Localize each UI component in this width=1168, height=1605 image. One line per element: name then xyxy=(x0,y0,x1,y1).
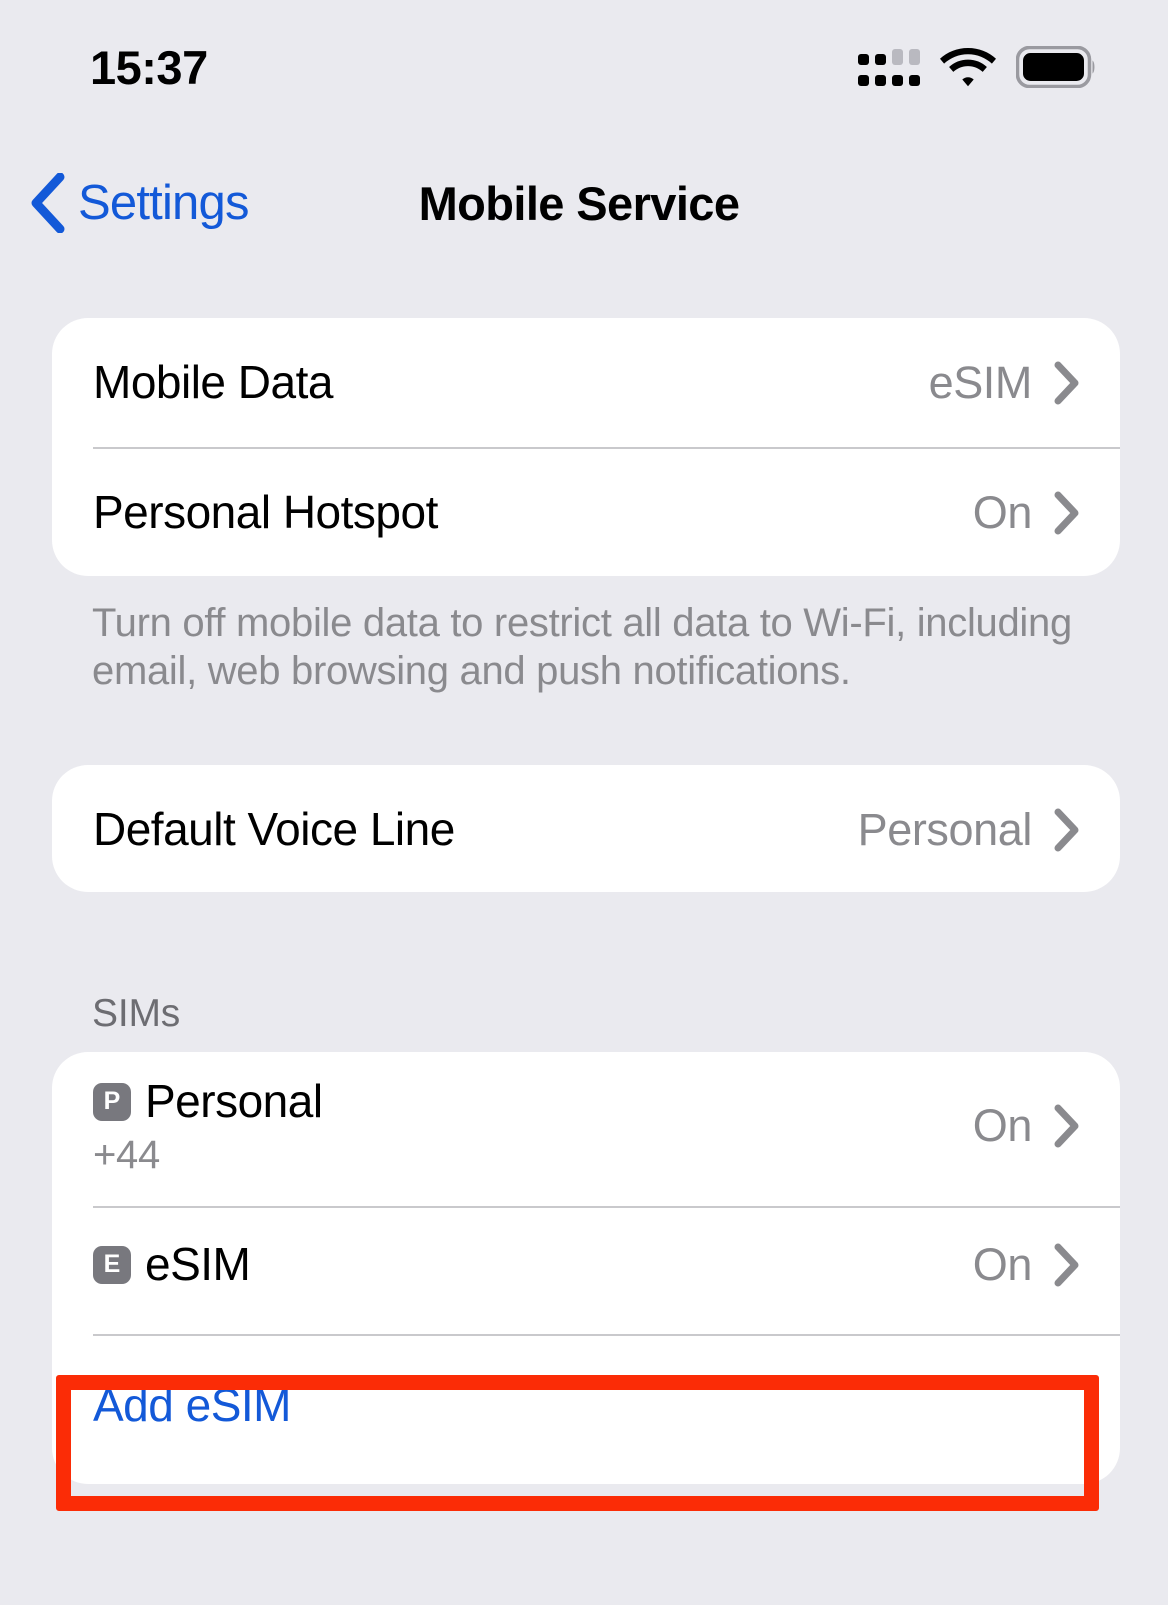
row-label: Personal xyxy=(145,1075,323,1128)
row-default-voice-line[interactable]: Default Voice Line Personal xyxy=(52,765,1120,895)
default-voice-line-card: Default Voice Line Personal xyxy=(52,765,1120,892)
chevron-right-icon xyxy=(1054,1104,1080,1148)
row-mobile-data-right: eSIM xyxy=(929,357,1080,409)
row-sim-personal-right: On xyxy=(973,1100,1080,1152)
status-bar: 15:37 xyxy=(0,0,1168,128)
row-label: Mobile Data xyxy=(93,356,333,409)
sim-badge-icon: P xyxy=(93,1082,131,1121)
row-sim-esim[interactable]: E eSIM On xyxy=(52,1200,1120,1330)
status-bar-clock: 15:37 xyxy=(90,40,208,94)
chevron-left-icon xyxy=(28,173,66,233)
row-mobile-data-left: Mobile Data xyxy=(93,356,333,409)
row-sim-personal-left: P Personal +44 xyxy=(93,1075,323,1177)
sims-section-header: SIMs xyxy=(92,992,181,1035)
row-label: Default Voice Line xyxy=(93,803,455,856)
cellular-signal-icon xyxy=(858,48,920,86)
chevron-right-icon xyxy=(1054,361,1080,405)
battery-full-icon xyxy=(1016,46,1096,88)
chevron-right-icon xyxy=(1054,1243,1080,1287)
row-sim-esim-right: On xyxy=(973,1239,1080,1291)
row-sim-personal-title-line: P Personal xyxy=(93,1075,323,1128)
row-sim-esim-left: E eSIM xyxy=(93,1238,251,1291)
wifi-icon xyxy=(940,46,996,88)
row-default-voice-line-right: Personal xyxy=(858,804,1080,856)
chevron-right-icon xyxy=(1054,491,1080,535)
navigation-bar: Settings Mobile Service xyxy=(0,128,1168,278)
row-default-voice-line-title-line: Default Voice Line xyxy=(93,803,455,856)
mobile-data-footer-note: Turn off mobile data to restrict all dat… xyxy=(92,601,1072,693)
row-value: eSIM xyxy=(928,357,1033,408)
row-personal-hotspot-right: On xyxy=(973,487,1080,539)
row-value: On xyxy=(972,1100,1033,1151)
add-esim-button-label: Add eSIM xyxy=(93,1379,292,1431)
row-sim-personal[interactable]: P Personal +44 On xyxy=(52,1052,1120,1200)
back-button-label: Settings xyxy=(78,176,249,230)
sims-card: P Personal +44 On E eSIM On Add eSIM xyxy=(52,1052,1120,1484)
row-value: On xyxy=(972,487,1033,538)
row-label: eSIM xyxy=(145,1238,251,1291)
row-mobile-data[interactable]: Mobile Data eSIM xyxy=(52,318,1120,448)
row-value: On xyxy=(972,1239,1033,1290)
row-sim-esim-title-line: E eSIM xyxy=(93,1238,251,1291)
row-personal-hotspot-title-line: Personal Hotspot xyxy=(93,486,438,539)
row-sublabel: +44 xyxy=(93,1132,160,1177)
status-bar-indicators xyxy=(858,40,1096,88)
row-add-esim[interactable]: Add eSIM xyxy=(52,1330,1120,1480)
chevron-right-icon xyxy=(1054,808,1080,852)
back-button[interactable]: Settings xyxy=(28,173,249,233)
row-default-voice-line-left: Default Voice Line xyxy=(93,803,455,856)
row-personal-hotspot[interactable]: Personal Hotspot On xyxy=(52,448,1120,578)
sim-badge-icon: E xyxy=(93,1245,131,1284)
mobile-data-card: Mobile Data eSIM Personal Hotspot On xyxy=(52,318,1120,576)
row-mobile-data-title-line: Mobile Data xyxy=(93,356,333,409)
iphone-settings-screen: 15:37 Settings Mobile Service Mobile Dat… xyxy=(0,0,1168,1605)
row-label: Personal Hotspot xyxy=(93,486,438,539)
row-personal-hotspot-left: Personal Hotspot xyxy=(93,486,438,539)
row-value: Personal xyxy=(857,804,1033,855)
